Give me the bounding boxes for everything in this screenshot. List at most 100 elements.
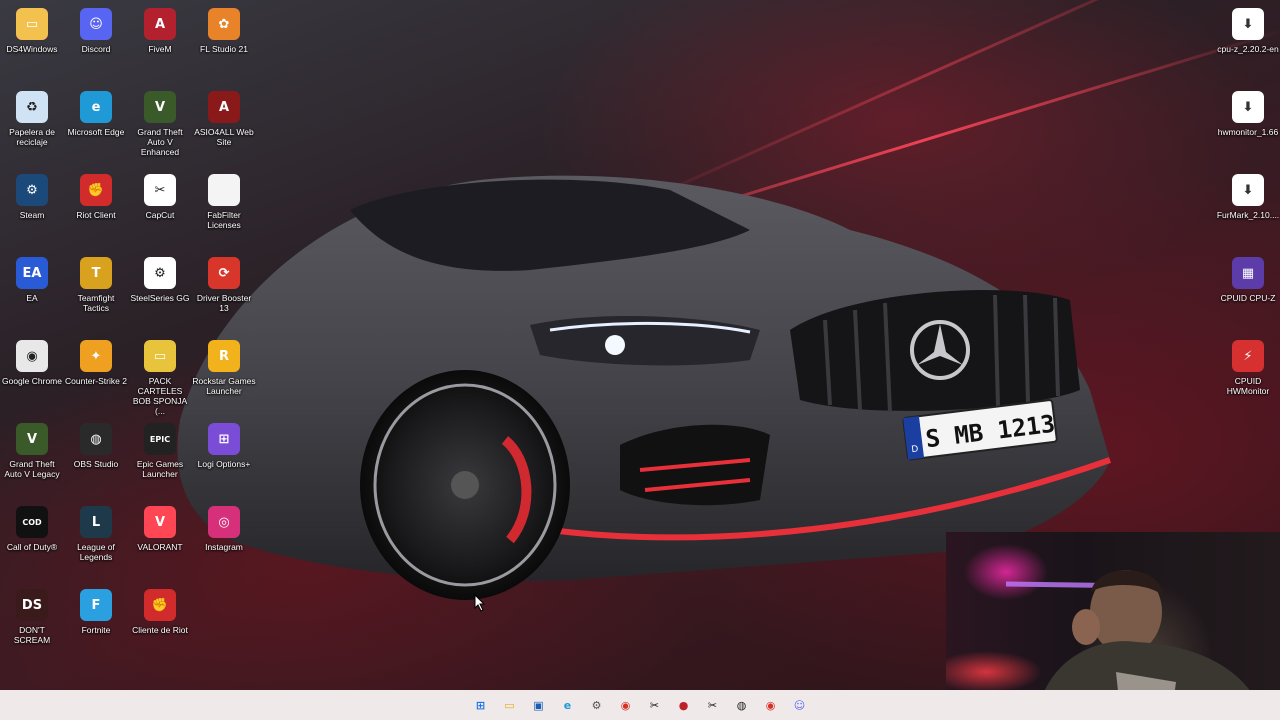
recycle-bin-icon: ♻ <box>16 91 48 123</box>
desktop-icon[interactable]: FabFilter Licenses <box>192 170 256 230</box>
desktop-icon-label: Microsoft Edge <box>67 127 125 137</box>
desktop-icon[interactable]: ▦ CPUID CPU-Z <box>1216 253 1280 303</box>
desktop-icon-label: VALORANT <box>137 542 183 552</box>
desktop-icon[interactable]: DS DON'T SCREAM <box>0 585 64 645</box>
edge-icon[interactable]: e <box>557 694 579 716</box>
desktop-icon[interactable]: ⚙ SteelSeries GG <box>128 253 192 303</box>
chrome-icon[interactable]: ◉ <box>615 694 637 716</box>
desktop-icon[interactable]: A FiveM <box>128 4 192 54</box>
desktop-icon-label: Instagram <box>205 542 243 552</box>
desktop-icon[interactable]: V VALORANT <box>128 502 192 552</box>
desktop-icon-label: Steam <box>19 210 45 220</box>
desktop-icon[interactable]: ✦ Counter-Strike 2 <box>64 336 128 386</box>
desktop-icon-label: CPUID CPU-Z <box>1220 293 1276 303</box>
desktop-icon[interactable]: ◎ Instagram <box>192 502 256 552</box>
desktop-icon[interactable]: ⚙ Steam <box>0 170 64 220</box>
desktop-icon[interactable]: ✊ Riot Client <box>64 170 128 220</box>
file-explorer-icon[interactable]: ▭ <box>499 694 521 716</box>
chrome-icon: ◉ <box>16 340 48 372</box>
installer-icon: ⬇ <box>1232 174 1264 206</box>
steam-icon: ⚙ <box>16 174 48 206</box>
desktop-icon[interactable]: ⟳ Driver Booster 13 <box>192 253 256 313</box>
discord-icon[interactable]: ☺ <box>789 694 811 716</box>
desktop-icon-label: SteelSeries GG <box>130 293 190 303</box>
start-icon[interactable]: ⊞ <box>470 694 492 716</box>
gta-v-icon: V <box>16 423 48 455</box>
desktop-icon[interactable]: ◍ OBS Studio <box>64 419 128 469</box>
asio4all-icon: A <box>208 91 240 123</box>
call-of-duty-icon: COD <box>16 506 48 538</box>
desktop-icon-label: Fortnite <box>81 625 111 635</box>
desktop-icon[interactable]: V Grand Theft Auto V Enhanced <box>128 87 192 157</box>
desktop-icon[interactable]: ✂ CapCut <box>128 170 192 220</box>
desktop-icon-label: hwmonitor_1.66 <box>1217 127 1279 137</box>
desktop-icon[interactable]: A ASIO4ALL Web Site <box>192 87 256 147</box>
capcut-icon: ✂ <box>144 174 176 206</box>
desktop-icon-label: cpu-z_2.20.2-en <box>1217 44 1279 54</box>
desktop-icon[interactable]: ⬇ cpu-z_2.20.2-en <box>1216 4 1280 54</box>
desktop-icon[interactable]: COD Call of Duty® <box>0 502 64 552</box>
chrome-icon[interactable]: ◉ <box>760 694 782 716</box>
desktop-icon-label: Grand Theft Auto V Enhanced <box>137 127 183 157</box>
plate-country: D <box>911 444 919 455</box>
desktop-icon[interactable]: EPIC Epic Games Launcher <box>128 419 192 479</box>
desktop-icon[interactable]: ♻ Papelera de reciclaje <box>0 87 64 147</box>
taskbar: ⊞ ▭ ▣ e ⚙ ◉ ✂ ● ✂ ◍ ◉ ☺ <box>0 690 1280 720</box>
riot-icon: ✊ <box>80 174 112 206</box>
fivem-icon: A <box>144 8 176 40</box>
desktop-icon[interactable]: ⚡ CPUID HWMonitor <box>1216 336 1280 396</box>
desktop-icon[interactable]: ▭ PACK CARTELES BOB SPONJA (... <box>128 336 192 416</box>
league-icon: L <box>80 506 112 538</box>
edge-icon: e <box>80 91 112 123</box>
desktop-icon[interactable]: ◉ Google Chrome <box>0 336 64 386</box>
desktop-icon-label: Cliente de Riot <box>132 625 188 635</box>
desktop-icon[interactable]: ☺ Discord <box>64 4 128 54</box>
obs-icon[interactable]: ◍ <box>731 694 753 716</box>
record-icon[interactable]: ● <box>673 694 695 716</box>
desktop-icon-label: CapCut <box>145 210 175 220</box>
instagram-icon: ◎ <box>208 506 240 538</box>
desktop-icon[interactable]: ✊ Cliente de Riot <box>128 585 192 635</box>
logi-icon: ⊞ <box>208 423 240 455</box>
desktop-icon[interactable]: ⊞ Logi Options+ <box>192 419 256 469</box>
desktop-icon-label: Rockstar Games Launcher <box>192 376 256 396</box>
desktop-icon-label: DON'T SCREAM <box>13 625 51 645</box>
cs2-icon: ✦ <box>80 340 112 372</box>
fortnite-icon: F <box>80 589 112 621</box>
desktop-icon[interactable]: V Grand Theft Auto V Legacy <box>0 419 64 479</box>
desktop-icon-label: FurMark_2.10.... <box>1216 210 1280 220</box>
obs-icon: ◍ <box>80 423 112 455</box>
desktop-icon-label: Logi Options+ <box>197 459 251 469</box>
desktop-icon-label: Grand Theft Auto V Legacy <box>4 459 60 479</box>
desktop-icon[interactable]: ✿ FL Studio 21 <box>192 4 256 54</box>
desktop-icon[interactable]: ⬇ FurMark_2.10.... <box>1216 170 1280 220</box>
dont-scream-icon: DS <box>16 589 48 621</box>
capcut-icon[interactable]: ✂ <box>644 694 666 716</box>
desktop-icon-label: League of Legends <box>77 542 115 562</box>
cpu-z-icon: ▦ <box>1232 257 1264 289</box>
desktop-icon[interactable]: T Teamfight Tactics <box>64 253 128 313</box>
desktop-icon[interactable]: ▭ DS4Windows <box>0 4 64 54</box>
desktop-icon-label: Papelera de reciclaje <box>9 127 55 147</box>
desktop-icon-label: PACK CARTELES BOB SPONJA (... <box>132 376 188 416</box>
desktop-icon[interactable]: e Microsoft Edge <box>64 87 128 137</box>
capcut-icon[interactable]: ✂ <box>702 694 724 716</box>
ea-icon: EA <box>16 257 48 289</box>
folder-icon: ▭ <box>16 8 48 40</box>
desktop-icon[interactable]: EA EA <box>0 253 64 303</box>
gta-v-icon: V <box>144 91 176 123</box>
desktop-icon[interactable]: ⬇ hwmonitor_1.66 <box>1216 87 1280 137</box>
hwmonitor-icon: ⚡ <box>1232 340 1264 372</box>
desktop-icon-label: Epic Games Launcher <box>136 459 184 479</box>
store-icon[interactable]: ▣ <box>528 694 550 716</box>
installer-icon: ⬇ <box>1232 91 1264 123</box>
desktop-icon[interactable]: R Rockstar Games Launcher <box>192 336 256 396</box>
desktop-icon[interactable]: L League of Legends <box>64 502 128 562</box>
desktop-icon-label: Google Chrome <box>1 376 62 386</box>
settings-icon[interactable]: ⚙ <box>586 694 608 716</box>
desktop-icon-label: Counter-Strike 2 <box>65 376 127 386</box>
desktop-icon[interactable]: F Fortnite <box>64 585 128 635</box>
desktop-icon-label: Teamfight Tactics <box>77 293 115 313</box>
desktop-icon-label: FiveM <box>148 44 172 54</box>
valorant-icon: V <box>144 506 176 538</box>
